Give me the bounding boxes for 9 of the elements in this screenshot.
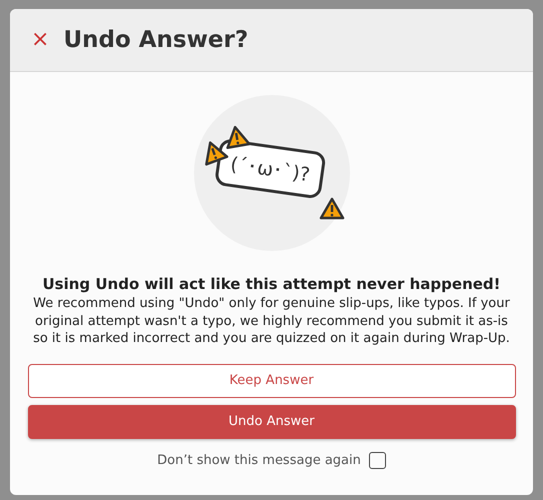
close-button[interactable]: ×: [31, 29, 50, 51]
kaomoji-text: (´･ω･`)?: [228, 153, 311, 186]
checkbox-label: Don’t show this message again: [157, 452, 361, 468]
dialog-title: Undo Answer?: [63, 27, 248, 53]
undo-button[interactable]: Undo Answer: [28, 404, 516, 438]
warning-heading: Using Undo will act like this attempt never happened!: [42, 275, 500, 293]
warning-message: We recommend using "Undo" only for genuine slip-ups, like typos. If your original attempt wasn't a typo, we highly recommend you submit it as-is so it is marked incorrect and you are quizzed on it again during Wrap-Up.: [32, 295, 511, 348]
checkbox[interactable]: [368, 452, 386, 468]
keep-button[interactable]: Keep Answer: [28, 364, 516, 398]
